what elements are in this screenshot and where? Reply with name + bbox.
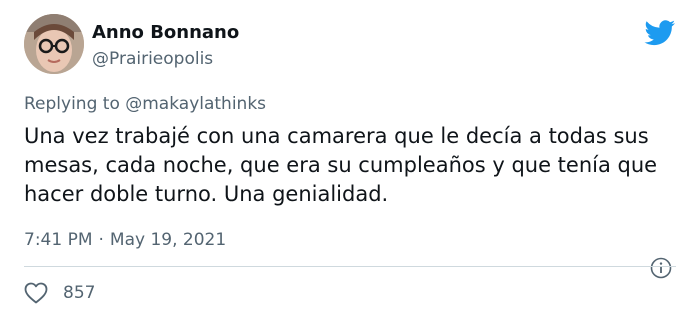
info-icon[interactable]	[650, 257, 672, 279]
like-action[interactable]: 857	[24, 280, 95, 306]
replying-to-line: Replying to @makaylathinks	[24, 94, 266, 114]
twitter-bird-icon[interactable]	[644, 20, 676, 46]
heart-icon[interactable]	[24, 282, 48, 304]
tweet-timestamp[interactable]: 7:41 PM · May 19, 2021	[24, 230, 226, 250]
tweet-time[interactable]: 7:41 PM	[24, 230, 93, 250]
divider	[24, 266, 676, 267]
user-handle[interactable]: @Prairieopolis	[92, 49, 213, 69]
profile-photo	[24, 14, 84, 74]
like-count: 857	[63, 283, 96, 303]
display-name[interactable]: Anno Bonnano	[92, 22, 239, 43]
reply-mention-link[interactable]: @makaylathinks	[125, 94, 266, 114]
timestamp-separator: ·	[98, 230, 104, 250]
tweet-text: Una vez trabajé con una camarera que le …	[24, 124, 658, 206]
tweet-date[interactable]: May 19, 2021	[110, 230, 226, 250]
replying-to-label: Replying to	[24, 94, 120, 114]
avatar[interactable]	[24, 14, 84, 74]
